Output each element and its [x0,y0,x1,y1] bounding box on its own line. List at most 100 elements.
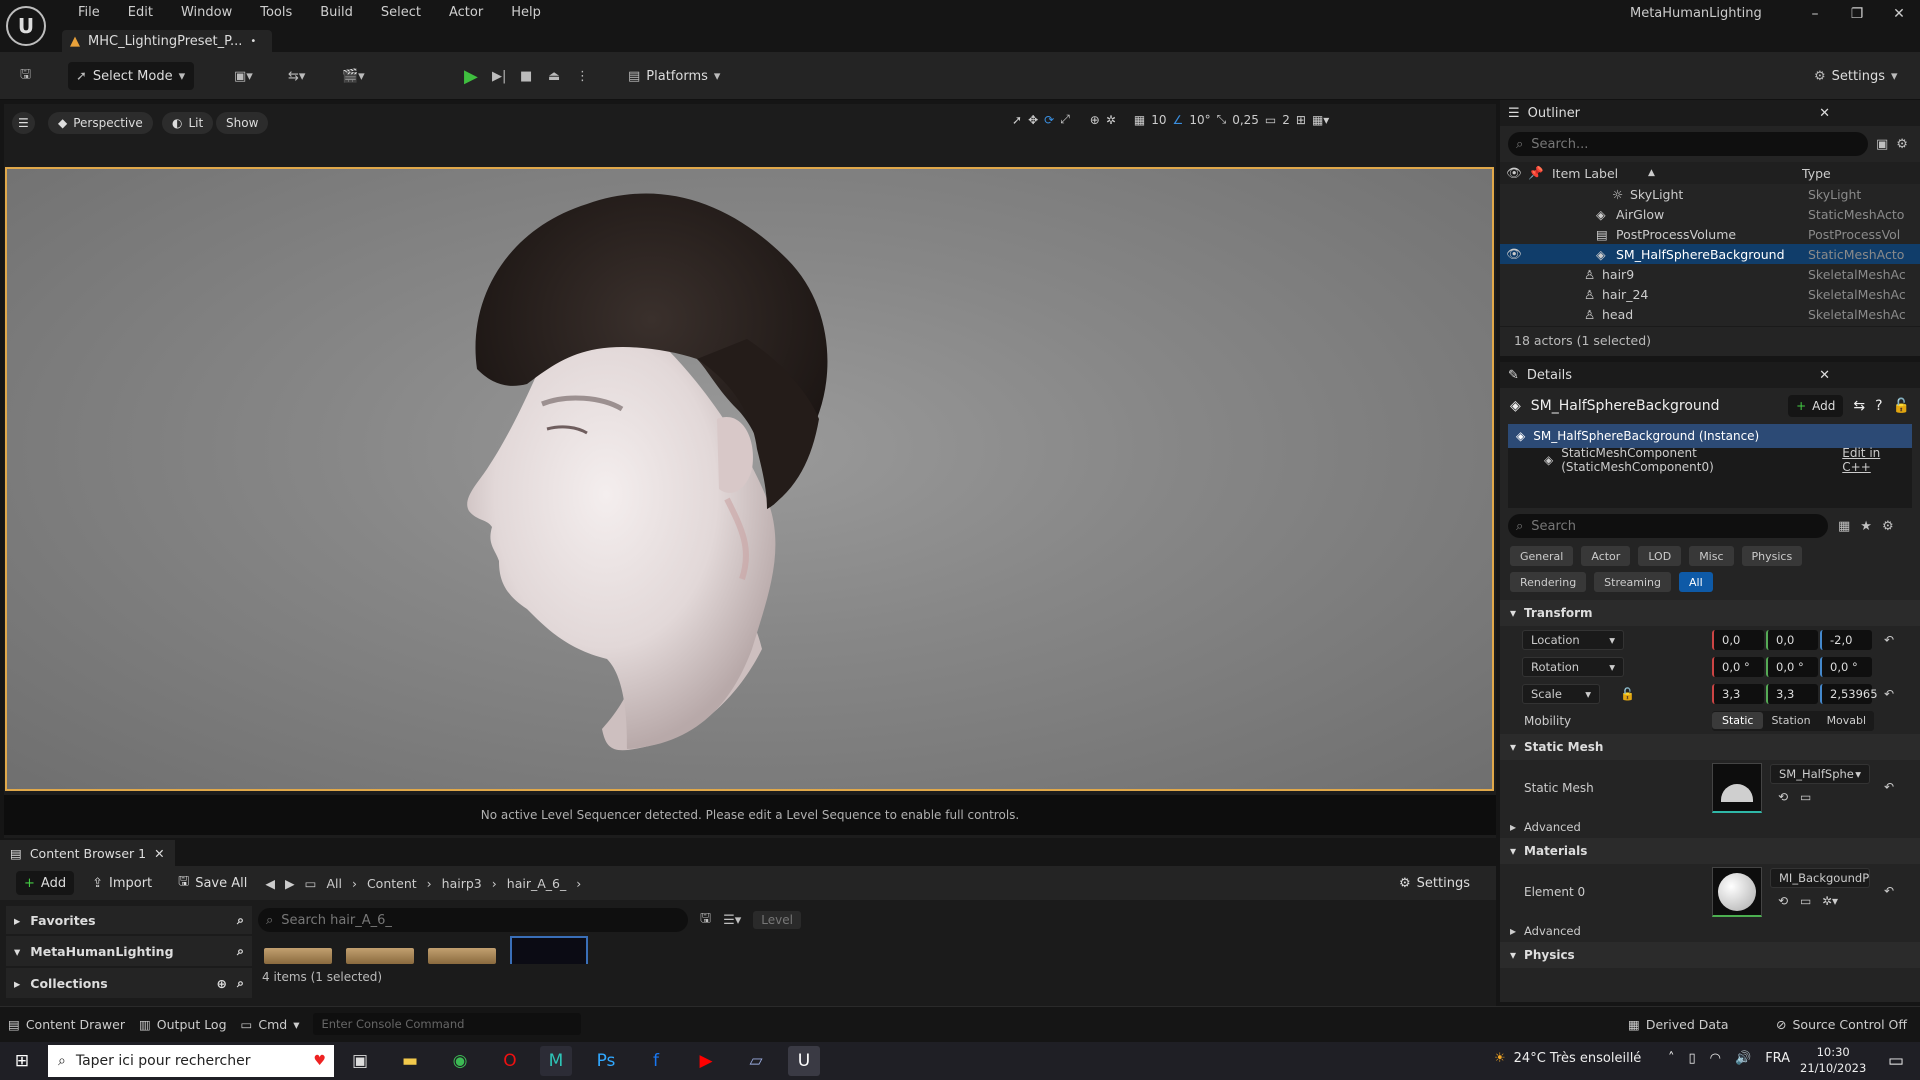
add-collection-icon[interactable]: ⊕ [217,976,227,991]
breadcrumb-all[interactable]: All [326,876,342,891]
filter-physics[interactable]: Physics [1741,546,1803,566]
add-button[interactable]: + Add [16,871,75,895]
filter-general[interactable]: General [1510,546,1574,566]
location-x-field[interactable]: 0,0 [1712,629,1764,650]
viewport-menu-icon[interactable]: ☰ [12,112,35,134]
maximize-button[interactable]: ❐ [1842,6,1872,22]
play-button[interactable]: ▶ [456,62,486,90]
windows-start-icon[interactable]: ⊞ [6,1046,38,1076]
search-icon[interactable]: ⌕ [237,943,244,959]
mobility-stationary[interactable]: Station [1763,712,1818,729]
outliner-row-postprocessvolume[interactable]: ▤ PostProcessVolume PostProcessVol [1500,224,1920,244]
filter-icon[interactable]: ☰▾ [723,913,741,928]
search-icon[interactable]: ⌕ [237,912,244,928]
battery-icon[interactable]: ▯ [1689,1051,1696,1066]
outliner-row-sm-halfspherebackground[interactable]: 👁 ◈ SM_HalfSphereBackground StaticMeshAc… [1500,244,1920,264]
menu-select[interactable]: Select [367,5,435,20]
eject-button[interactable]: ⏏ [540,62,568,90]
filter-actor[interactable]: Actor [1581,546,1631,566]
location-dropdown[interactable]: Location ▾ [1522,629,1624,650]
details-search-input[interactable]: ⌕ Search [1508,514,1828,538]
output-log-button[interactable]: ▥ Output Log [139,1017,227,1032]
visibility-icon[interactable]: 👁 [1506,246,1522,262]
import-button[interactable]: ⇪ Import [84,871,160,895]
project-section[interactable]: ▾ MetaHumanLighting ⌕ [6,936,252,966]
advanced-row[interactable]: ▸ Advanced [1500,816,1920,838]
show-button[interactable]: Show [216,112,269,134]
type-header[interactable]: Type [1802,166,1902,181]
more-options-icon[interactable]: ⋮ [568,62,597,90]
close-window-button[interactable]: ✕ [1884,6,1914,22]
menu-file[interactable]: File [64,5,114,20]
gear-icon[interactable]: ⚙ [1896,137,1908,152]
grid-snap-icon[interactable]: ▦ [1134,113,1145,127]
material-thumbnail[interactable] [1712,867,1762,917]
language-label[interactable]: FRA [1765,1051,1790,1066]
breadcrumb-content[interactable]: Content [367,876,417,891]
asset-folder[interactable] [346,948,414,964]
search-icon[interactable]: ⌕ [237,975,244,991]
rotate-tool-icon[interactable]: ⟳ [1044,113,1054,127]
volume-icon[interactable]: 🔊 [1735,1051,1751,1066]
table-view-icon[interactable]: ▦ [1838,519,1850,534]
static-mesh-picker[interactable]: SM_HalfSphe ▾ [1770,764,1870,784]
file-explorer-icon[interactable]: ▬ [394,1046,426,1076]
settings-dropdown[interactable]: ⚙ Settings ▾ [1806,62,1906,90]
outliner-row-head[interactable]: ♙ head SkeletalMeshAc [1500,304,1920,324]
rotation-dropdown[interactable]: Rotation ▾ [1522,656,1624,677]
photoshop-icon[interactable]: Ps [590,1046,622,1076]
add-actor-button[interactable]: ▣▾ [226,62,261,90]
save-all-button[interactable]: 🖫 Save All [170,871,255,895]
menu-window[interactable]: Window [167,5,246,20]
edit-in-cpp-link[interactable]: Edit in C++ [1842,446,1908,474]
pin-icon[interactable]: 📌 [1528,165,1544,181]
add-component-button[interactable]: + Add [1788,395,1844,417]
minimize-button[interactable]: – [1800,6,1830,22]
folder-icon[interactable]: ▭ [1800,790,1811,804]
unreal-logo-icon[interactable]: U [6,6,46,46]
breadcrumb-hair-a-6[interactable]: hair_A_6_ [507,876,566,891]
reset-icon[interactable]: ↶ [1884,884,1894,898]
outliner-row-skylight[interactable]: ☼ SkyLight SkyLight [1500,184,1920,204]
lock-icon[interactable]: 🔓 [1620,687,1635,701]
derived-data-button[interactable]: ▦ Derived Data [1628,1017,1729,1032]
facebook-icon[interactable]: f [640,1046,672,1076]
rotation-z-field[interactable]: 0,0 ° [1820,656,1872,677]
perspective-button[interactable]: ◆ Perspective [48,112,153,134]
menu-tools[interactable]: Tools [246,5,306,20]
taskbar-search-input[interactable]: ⌕ Taper ici pour rechercher ♥ [48,1045,334,1077]
material-picker[interactable]: MI_BackgoundPlane [1770,868,1870,888]
outliner-row-hair9[interactable]: ♙ hair9 SkeletalMeshAc [1500,264,1920,284]
scale-dropdown[interactable]: Scale ▾ [1522,683,1600,704]
filter-misc[interactable]: Misc [1689,546,1734,566]
move-tool-icon[interactable]: ✥ [1028,113,1038,127]
scale-snap-value[interactable]: 0,25 [1232,113,1259,127]
filter-lod[interactable]: LOD [1638,546,1682,566]
source-control-button[interactable]: ⊘ Source Control Off [1776,1017,1907,1032]
metahuman-icon[interactable]: M [540,1046,572,1076]
select-mode-dropdown[interactable]: ➚ Select Mode ▾ [68,62,194,90]
instance-row[interactable]: ◈ SM_HalfSphereBackground (Instance) [1508,424,1912,448]
mobility-movable[interactable]: Movabl [1819,712,1875,729]
advanced-row[interactable]: ▸ Advanced [1500,920,1920,942]
filter-all[interactable]: All [1678,572,1713,592]
forward-icon[interactable]: ▶ [285,876,295,891]
folder-icon[interactable]: ▭ [1800,894,1811,908]
rotation-snap-icon[interactable]: ∠ [1173,113,1184,127]
clock[interactable]: 10:30 21/10/2023 [1800,1044,1866,1076]
advance-frame-button[interactable]: ▶| [484,62,514,90]
breadcrumb-hairp3[interactable]: hairp3 [442,876,482,891]
reset-icon[interactable]: ↶ [1884,687,1894,701]
outliner-row-airglow[interactable]: ◈ AirGlow StaticMeshActo [1500,204,1920,224]
materials-section[interactable]: ▾ Materials [1500,838,1920,864]
menu-build[interactable]: Build [306,5,367,20]
item-label-header[interactable]: Item Label [1552,166,1618,181]
scale-snap-icon[interactable]: ⤡ [1217,112,1227,127]
filter-rendering[interactable]: Rendering [1510,572,1587,592]
menu-edit[interactable]: Edit [114,5,167,20]
task-view-icon[interactable]: ▣ [344,1046,376,1076]
filter-streaming[interactable]: Streaming [1594,572,1671,592]
unreal-engine-icon[interactable]: U [788,1046,820,1076]
star-icon[interactable]: ★ [1860,519,1872,534]
chevron-up-icon[interactable]: ˄ [1668,1051,1675,1066]
